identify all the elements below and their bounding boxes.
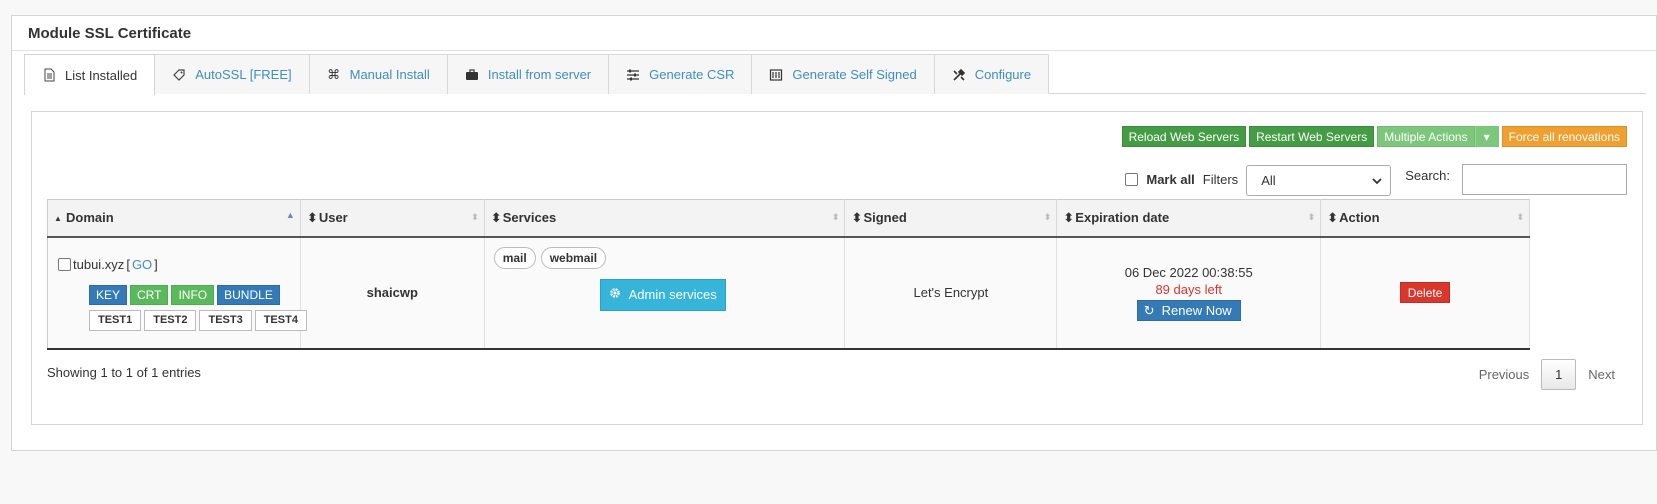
- sort-icon: ⬍: [851, 210, 863, 226]
- search-label: Search:: [1405, 168, 1450, 183]
- sort-indicator-icon: ⬍: [831, 212, 840, 222]
- refresh-icon: ↻: [1143, 303, 1155, 318]
- expiration-date: 06 Dec 2022 00:38:55: [1124, 265, 1253, 280]
- service-pill-webmail: webmail: [540, 246, 607, 269]
- tab-list-installed[interactable]: List Installed: [24, 54, 156, 95]
- sort-asc-icon: ▲: [54, 214, 62, 223]
- tab-label: Configure: [974, 67, 1032, 82]
- tab-label: Manual Install: [349, 67, 430, 82]
- test4-button[interactable]: TEST4: [254, 309, 307, 331]
- service-pill-mail: mail: [493, 246, 536, 269]
- filter-bar: Mark all Filters All Search:: [1125, 163, 1627, 196]
- certificates-table: ▲ Domain ▲ ⬍ User ⬍ ⬍ Services ⬍ ⬍ Signed ⬍ ⬍ Exp…: [47, 199, 1530, 350]
- column-signed[interactable]: ⬍ Signed ⬍: [844, 199, 1058, 238]
- tools-icon: [952, 68, 966, 82]
- sort-icon: ⬍: [306, 210, 318, 226]
- column-expiration-date[interactable]: ⬍ Expiration date ⬍: [1056, 199, 1322, 238]
- tab-label: Install from server: [487, 67, 592, 82]
- filters-label: Filters: [1202, 172, 1239, 187]
- tab-label: Generate CSR: [649, 67, 735, 82]
- tag-icon: [172, 68, 186, 82]
- sort-icon: ⬍: [1327, 210, 1339, 226]
- services-cell: mail webmail Admin services: [484, 236, 846, 350]
- list-installed-content: Reload Web Servers Restart Web Servers M…: [31, 111, 1643, 425]
- tab-autossl[interactable]: AutoSSL [FREE]: [154, 54, 310, 94]
- certificate-icon: [769, 68, 783, 82]
- tab-manual-install[interactable]: ⌘ Manual Install: [308, 54, 448, 94]
- tab-configure[interactable]: Configure: [933, 54, 1050, 94]
- info-button[interactable]: INFO: [171, 284, 215, 305]
- tab-generate-self-signed[interactable]: Generate Self Signed: [751, 54, 935, 94]
- command-icon: ⌘: [327, 66, 341, 82]
- tab-label: AutoSSL [FREE]: [195, 67, 292, 82]
- test3-button[interactable]: TEST3: [199, 309, 252, 331]
- column-domain[interactable]: ▲ Domain ▲: [47, 199, 301, 238]
- tab-bar: List Installed AutoSSL [FREE] ⌘ Manual I…: [24, 54, 1646, 95]
- table-row: tubui.xyz[GO] KEY CRT INFO BUNDLE TEST1 …: [47, 236, 1530, 350]
- ssl-panel: Module SSL Certificate List Installed Au…: [11, 15, 1657, 451]
- bundle-button[interactable]: BUNDLE: [217, 284, 280, 305]
- filters-select-value: All: [1261, 173, 1276, 188]
- go-link[interactable]: GO: [132, 257, 152, 272]
- domain-cell: tubui.xyz[GO] KEY CRT INFO BUNDLE TEST1 …: [47, 236, 307, 350]
- user-cell: shaicwp: [300, 236, 485, 350]
- row-checkbox[interactable]: [58, 257, 71, 271]
- force-all-renovations-button[interactable]: Force all renovations: [1501, 126, 1627, 147]
- reload-web-servers-button[interactable]: Reload Web Servers: [1121, 126, 1247, 147]
- sort-icon: ⬍: [1063, 210, 1075, 226]
- sort-indicator-icon: ⬍: [1516, 212, 1524, 222]
- sort-indicator-icon: ⬍: [1307, 212, 1316, 222]
- sort-indicator-icon: ⬍: [1043, 212, 1052, 222]
- restart-web-servers-button[interactable]: Restart Web Servers: [1249, 126, 1375, 147]
- multiple-actions-button[interactable]: Multiple Actions: [1377, 126, 1475, 147]
- previous-button[interactable]: Previous: [1467, 360, 1542, 390]
- action-cell: Delete: [1320, 236, 1530, 350]
- mark-all-checkbox[interactable]: [1125, 173, 1139, 186]
- next-button[interactable]: Next: [1576, 360, 1627, 390]
- admin-services-button[interactable]: Admin services: [599, 278, 726, 311]
- entries-info: Showing 1 to 1 of 1 entries: [47, 365, 201, 380]
- search-input[interactable]: [1462, 164, 1627, 195]
- multiple-actions-dropdown: Multiple Actions ▾: [1377, 126, 1499, 147]
- mark-all-label: Mark all: [1146, 172, 1195, 187]
- chevron-down-icon: [1372, 173, 1382, 188]
- panel-title: Module SSL Certificate: [12, 16, 1656, 51]
- column-services[interactable]: ⬍ Services ⬍: [484, 199, 846, 238]
- key-button[interactable]: KEY: [89, 284, 128, 305]
- gear-icon: [609, 287, 621, 302]
- sort-indicator-icon: ⬍: [471, 212, 479, 222]
- domain-name: tubui.xyz: [73, 256, 125, 272]
- tab-label: List Installed: [65, 67, 138, 83]
- column-user[interactable]: ⬍ User ⬍: [300, 199, 485, 238]
- column-action[interactable]: ⬍ Action ⬍: [1320, 199, 1530, 238]
- filters-select[interactable]: All: [1246, 165, 1392, 196]
- tab-generate-csr[interactable]: Generate CSR: [608, 54, 753, 94]
- delete-button[interactable]: Delete: [1399, 282, 1451, 303]
- caret-down-icon[interactable]: ▾: [1474, 126, 1499, 147]
- document-icon: [42, 68, 56, 82]
- sort-indicator-icon: ▲: [285, 210, 295, 220]
- tab-install-from-server[interactable]: Install from server: [446, 54, 610, 94]
- briefcase-icon: [465, 68, 479, 82]
- signed-cell: Let's Encrypt: [844, 236, 1058, 350]
- sliders-icon: [626, 68, 640, 82]
- page-1-button[interactable]: 1: [1541, 359, 1577, 390]
- renew-now-button[interactable]: ↻ Renew Now: [1136, 300, 1241, 321]
- pagination: Previous 1 Next: [1467, 359, 1627, 390]
- test1-button[interactable]: TEST1: [89, 309, 142, 331]
- tab-label: Generate Self Signed: [792, 67, 917, 82]
- sort-icon: ⬍: [490, 210, 502, 226]
- expiration-cell: 06 Dec 2022 00:38:55 89 days left ↻ Rene…: [1056, 236, 1322, 350]
- test2-button[interactable]: TEST2: [144, 309, 197, 331]
- days-left: 89 days left: [1155, 282, 1222, 297]
- toolbar: Reload Web Servers Restart Web Servers M…: [1121, 126, 1627, 147]
- crt-button[interactable]: CRT: [130, 284, 169, 305]
